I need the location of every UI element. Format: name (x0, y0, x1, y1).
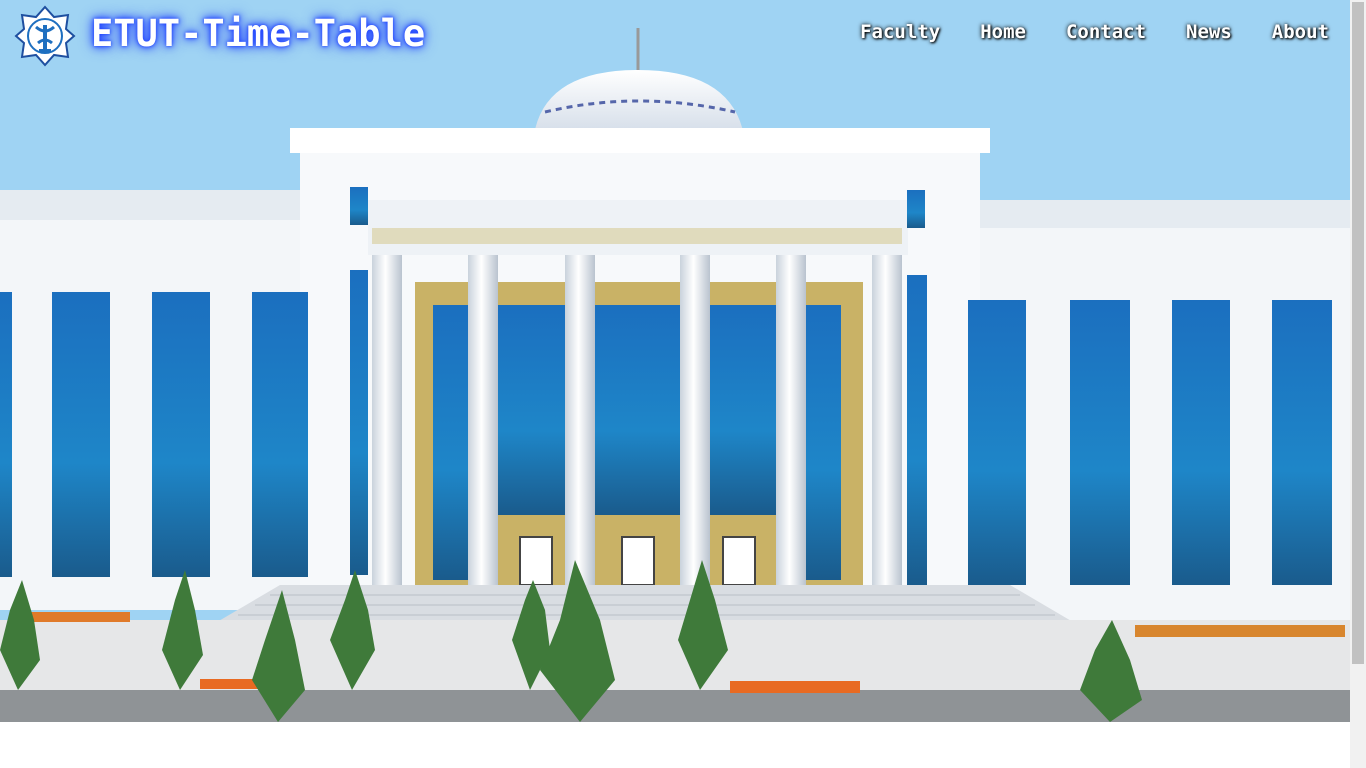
university-emblem-icon[interactable] (14, 5, 76, 67)
nav-link-faculty[interactable]: Faculty (860, 21, 940, 43)
brand-title[interactable]: ETUT-Time-Table (91, 12, 425, 55)
scrollbar-thumb[interactable] (1352, 2, 1364, 664)
navbar: ETUT-Time-Table Faculty Home Contact New… (0, 0, 1350, 70)
nav-link-contact[interactable]: Contact (1066, 21, 1146, 43)
nav-link-news[interactable]: News (1186, 21, 1232, 43)
nav-link-home[interactable]: Home (980, 21, 1026, 43)
university-building-illustration (0, 0, 1350, 722)
main-nav: Faculty Home Contact News About (820, 21, 1329, 43)
vertical-scrollbar[interactable] (1350, 0, 1366, 768)
hero-image: ETUT-Time-Table Faculty Home Contact New… (0, 0, 1350, 722)
nav-link-about[interactable]: About (1272, 21, 1329, 43)
